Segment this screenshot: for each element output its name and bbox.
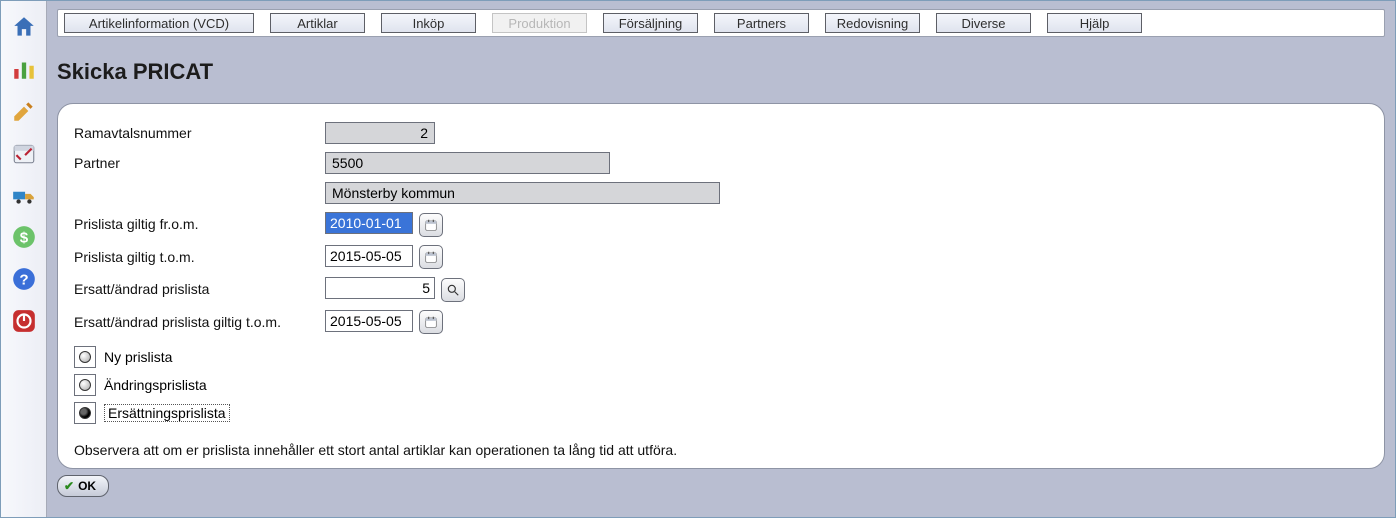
calendar-picker-tom-icon[interactable] <box>419 245 443 269</box>
label-partner: Partner <box>74 150 325 176</box>
sidebar: $ ? <box>1 1 47 517</box>
calendar-picker-from-icon[interactable] <box>419 213 443 237</box>
radio-row-ny: Ny prislista <box>74 346 1368 368</box>
radio-label-ersattning: Ersättningsprislista <box>104 404 230 422</box>
input-ersatt[interactable] <box>325 277 435 299</box>
tab-forsaljning[interactable]: Försäljning <box>603 13 698 33</box>
tab-diverse[interactable]: Diverse <box>936 13 1031 33</box>
app-window: $ ? Artikelinformation (VCD) Artiklar In… <box>0 0 1396 518</box>
label-ersatt-tom: Ersatt/ändrad prislista giltig t.o.m. <box>74 308 325 337</box>
radio-row-ersattning: Ersättningsprislista <box>74 402 1368 424</box>
radio-row-andring: Ändringsprislista <box>74 374 1368 396</box>
calendar-picker-ersatt-tom-icon[interactable] <box>419 310 443 334</box>
svg-text:?: ? <box>19 271 28 288</box>
calendar-icon[interactable] <box>10 139 38 167</box>
input-ersatt-tom[interactable] <box>325 310 413 332</box>
svg-text:$: $ <box>19 229 28 246</box>
value-partner-code: 5500 <box>325 152 610 174</box>
help-icon[interactable]: ? <box>10 265 38 293</box>
radio-andringsprislista[interactable] <box>74 374 96 396</box>
radio-ersattningsprislista[interactable] <box>74 402 96 424</box>
tab-redovisning[interactable]: Redovisning <box>825 13 920 33</box>
search-icon[interactable] <box>441 278 465 302</box>
main-area: Artikelinformation (VCD) Artiklar Inköp … <box>47 1 1395 517</box>
money-icon[interactable]: $ <box>10 223 38 251</box>
value-ramavtalsnummer: 2 <box>325 122 435 144</box>
info-note: Observera att om er prislista innehåller… <box>74 442 1368 458</box>
label-giltig-from: Prislista giltig fr.o.m. <box>74 210 325 239</box>
page-title: Skicka PRICAT <box>57 59 1385 85</box>
radio-label-ny: Ny prislista <box>104 349 172 365</box>
ok-button-label: OK <box>78 479 96 493</box>
tab-produktion: Produktion <box>492 13 587 33</box>
check-icon: ✔ <box>64 479 74 493</box>
tab-artiklar[interactable]: Artiklar <box>270 13 365 33</box>
radio-label-andring: Ändringsprislista <box>104 377 207 393</box>
input-giltig-tom[interactable] <box>325 245 413 267</box>
input-giltig-from[interactable] <box>325 212 413 234</box>
ok-button[interactable]: ✔ OK <box>57 475 109 497</box>
home-icon[interactable] <box>10 13 38 41</box>
truck-icon[interactable] <box>10 181 38 209</box>
tab-hjalp[interactable]: Hjälp <box>1047 13 1142 33</box>
edit-icon[interactable] <box>10 97 38 125</box>
tab-partners[interactable]: Partners <box>714 13 809 33</box>
label-ersatt: Ersatt/ändrad prislista <box>74 275 325 304</box>
form-table: Ramavtalsnummer 2 Partner 5500 Mönsterby… <box>74 116 726 340</box>
tab-bar: Artikelinformation (VCD) Artiklar Inköp … <box>57 9 1385 37</box>
label-ramavtalsnummer: Ramavtalsnummer <box>74 120 325 146</box>
tab-inkop[interactable]: Inköp <box>381 13 476 33</box>
radio-ny-prislista[interactable] <box>74 346 96 368</box>
value-partner-name: Mönsterby kommun <box>325 182 720 204</box>
form-panel: Ramavtalsnummer 2 Partner 5500 Mönsterby… <box>57 103 1385 469</box>
tab-artikelinformation[interactable]: Artikelinformation (VCD) <box>64 13 254 33</box>
label-giltig-tom: Prislista giltig t.o.m. <box>74 243 325 272</box>
chart-icon[interactable] <box>10 55 38 83</box>
power-icon[interactable] <box>10 307 38 335</box>
